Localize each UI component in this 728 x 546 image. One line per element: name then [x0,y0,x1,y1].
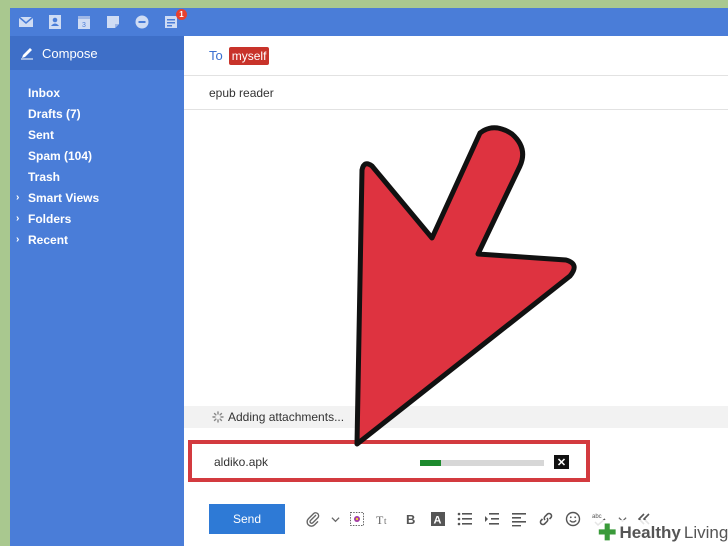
upload-progress [420,460,544,466]
sidebar-item-trash[interactable]: Trash [10,166,184,187]
sidebar-item-drafts[interactable]: Drafts (7) [10,103,184,124]
sidebar-item-label: Recent [28,232,69,247]
svg-text:B: B [406,512,415,527]
sidebar-item-label: Inbox [28,85,60,100]
notepad-icon[interactable] [103,12,123,32]
watermark-word-2: Living [683,523,728,542]
attachment-status: Adding attachments... [184,406,728,428]
chevron-right-icon[interactable]: › [16,234,26,245]
watermark-word-1: Healthy [619,523,681,542]
to-field[interactable]: To myself [184,36,728,76]
sidebar-item-label: Drafts (7) [28,106,81,121]
attach-chevron-down-icon[interactable] [330,509,340,529]
text-size-icon[interactable]: Tt [374,509,394,529]
contacts-icon[interactable] [45,12,65,32]
messenger-icon[interactable] [132,12,152,32]
chevron-right-icon[interactable]: › [16,192,26,203]
news-icon[interactable]: 1 [161,9,187,32]
link-icon[interactable] [536,509,556,529]
sidebar-item-label: Folders [28,211,72,226]
svg-text:A: A [434,515,442,527]
indent-icon[interactable] [482,509,502,529]
sidebar: Compose Inbox Drafts (7) Sent Spam (104) Tra… [10,36,184,546]
sidebar-item-label: Spam (104) [28,148,93,163]
svg-text:3: 3 [82,22,86,29]
remove-attachment-button[interactable]: ✕ [554,455,569,469]
calendar-icon[interactable]: 3 [74,12,94,32]
folder-list: Inbox Drafts (7) Sent Spam (104) Trash › Smart… [10,82,184,250]
align-left-icon[interactable] [509,509,529,529]
attachment-name: aldiko.apk [214,455,269,469]
compose-pane: To myself epub reader Adding attachments… [184,36,728,546]
sidebar-item-inbox[interactable]: Inbox [10,82,184,103]
recipient-chip[interactable]: myself [228,46,270,65]
sidebar-item-spam[interactable]: Spam (104) [10,145,184,166]
attachment-item: aldiko.apk ✕ [188,440,590,482]
chevron-right-icon[interactable]: › [16,213,26,224]
sidebar-item-folders[interactable]: › Folders [10,208,184,229]
subject-field[interactable]: epub reader [184,76,728,110]
sidebar-item-label: Smart Views [28,190,100,205]
watermark: ✚ Healthy Living [594,520,728,546]
spinner-icon [212,411,224,423]
compose-button[interactable]: Compose [10,36,184,70]
to-label: To [209,48,223,63]
compose-label: Compose [42,45,98,61]
send-button[interactable]: Send [209,504,285,534]
svg-text:t: t [384,516,387,526]
news-badge: 1 [176,9,187,20]
bold-icon[interactable]: B [401,509,421,529]
sidebar-item-label: Sent [28,127,55,142]
mail-window: 3 1 Compose Inbox Drafts (7) Sent Spam (104… [10,8,728,546]
sidebar-item-label: Trash [28,169,61,184]
sidebar-item-recent[interactable]: › Recent [10,229,184,250]
sidebar-item-smart-views[interactable]: › Smart Views [10,187,184,208]
svg-text:T: T [376,513,384,527]
healthy-living-logo-icon: ✚ [598,520,617,545]
text-color-icon[interactable]: A [428,509,448,529]
status-text: Adding attachments... [228,410,345,424]
paperclip-icon[interactable] [303,509,323,529]
mail-icon[interactable] [16,12,36,32]
pencil-icon [21,48,33,60]
bullet-list-icon[interactable] [455,509,475,529]
stationery-icon[interactable] [347,509,367,529]
app-topbar: 3 1 [10,8,728,36]
upload-progress-fill [420,460,442,466]
emoji-icon[interactable] [563,509,583,529]
sidebar-item-sent[interactable]: Sent [10,124,184,145]
